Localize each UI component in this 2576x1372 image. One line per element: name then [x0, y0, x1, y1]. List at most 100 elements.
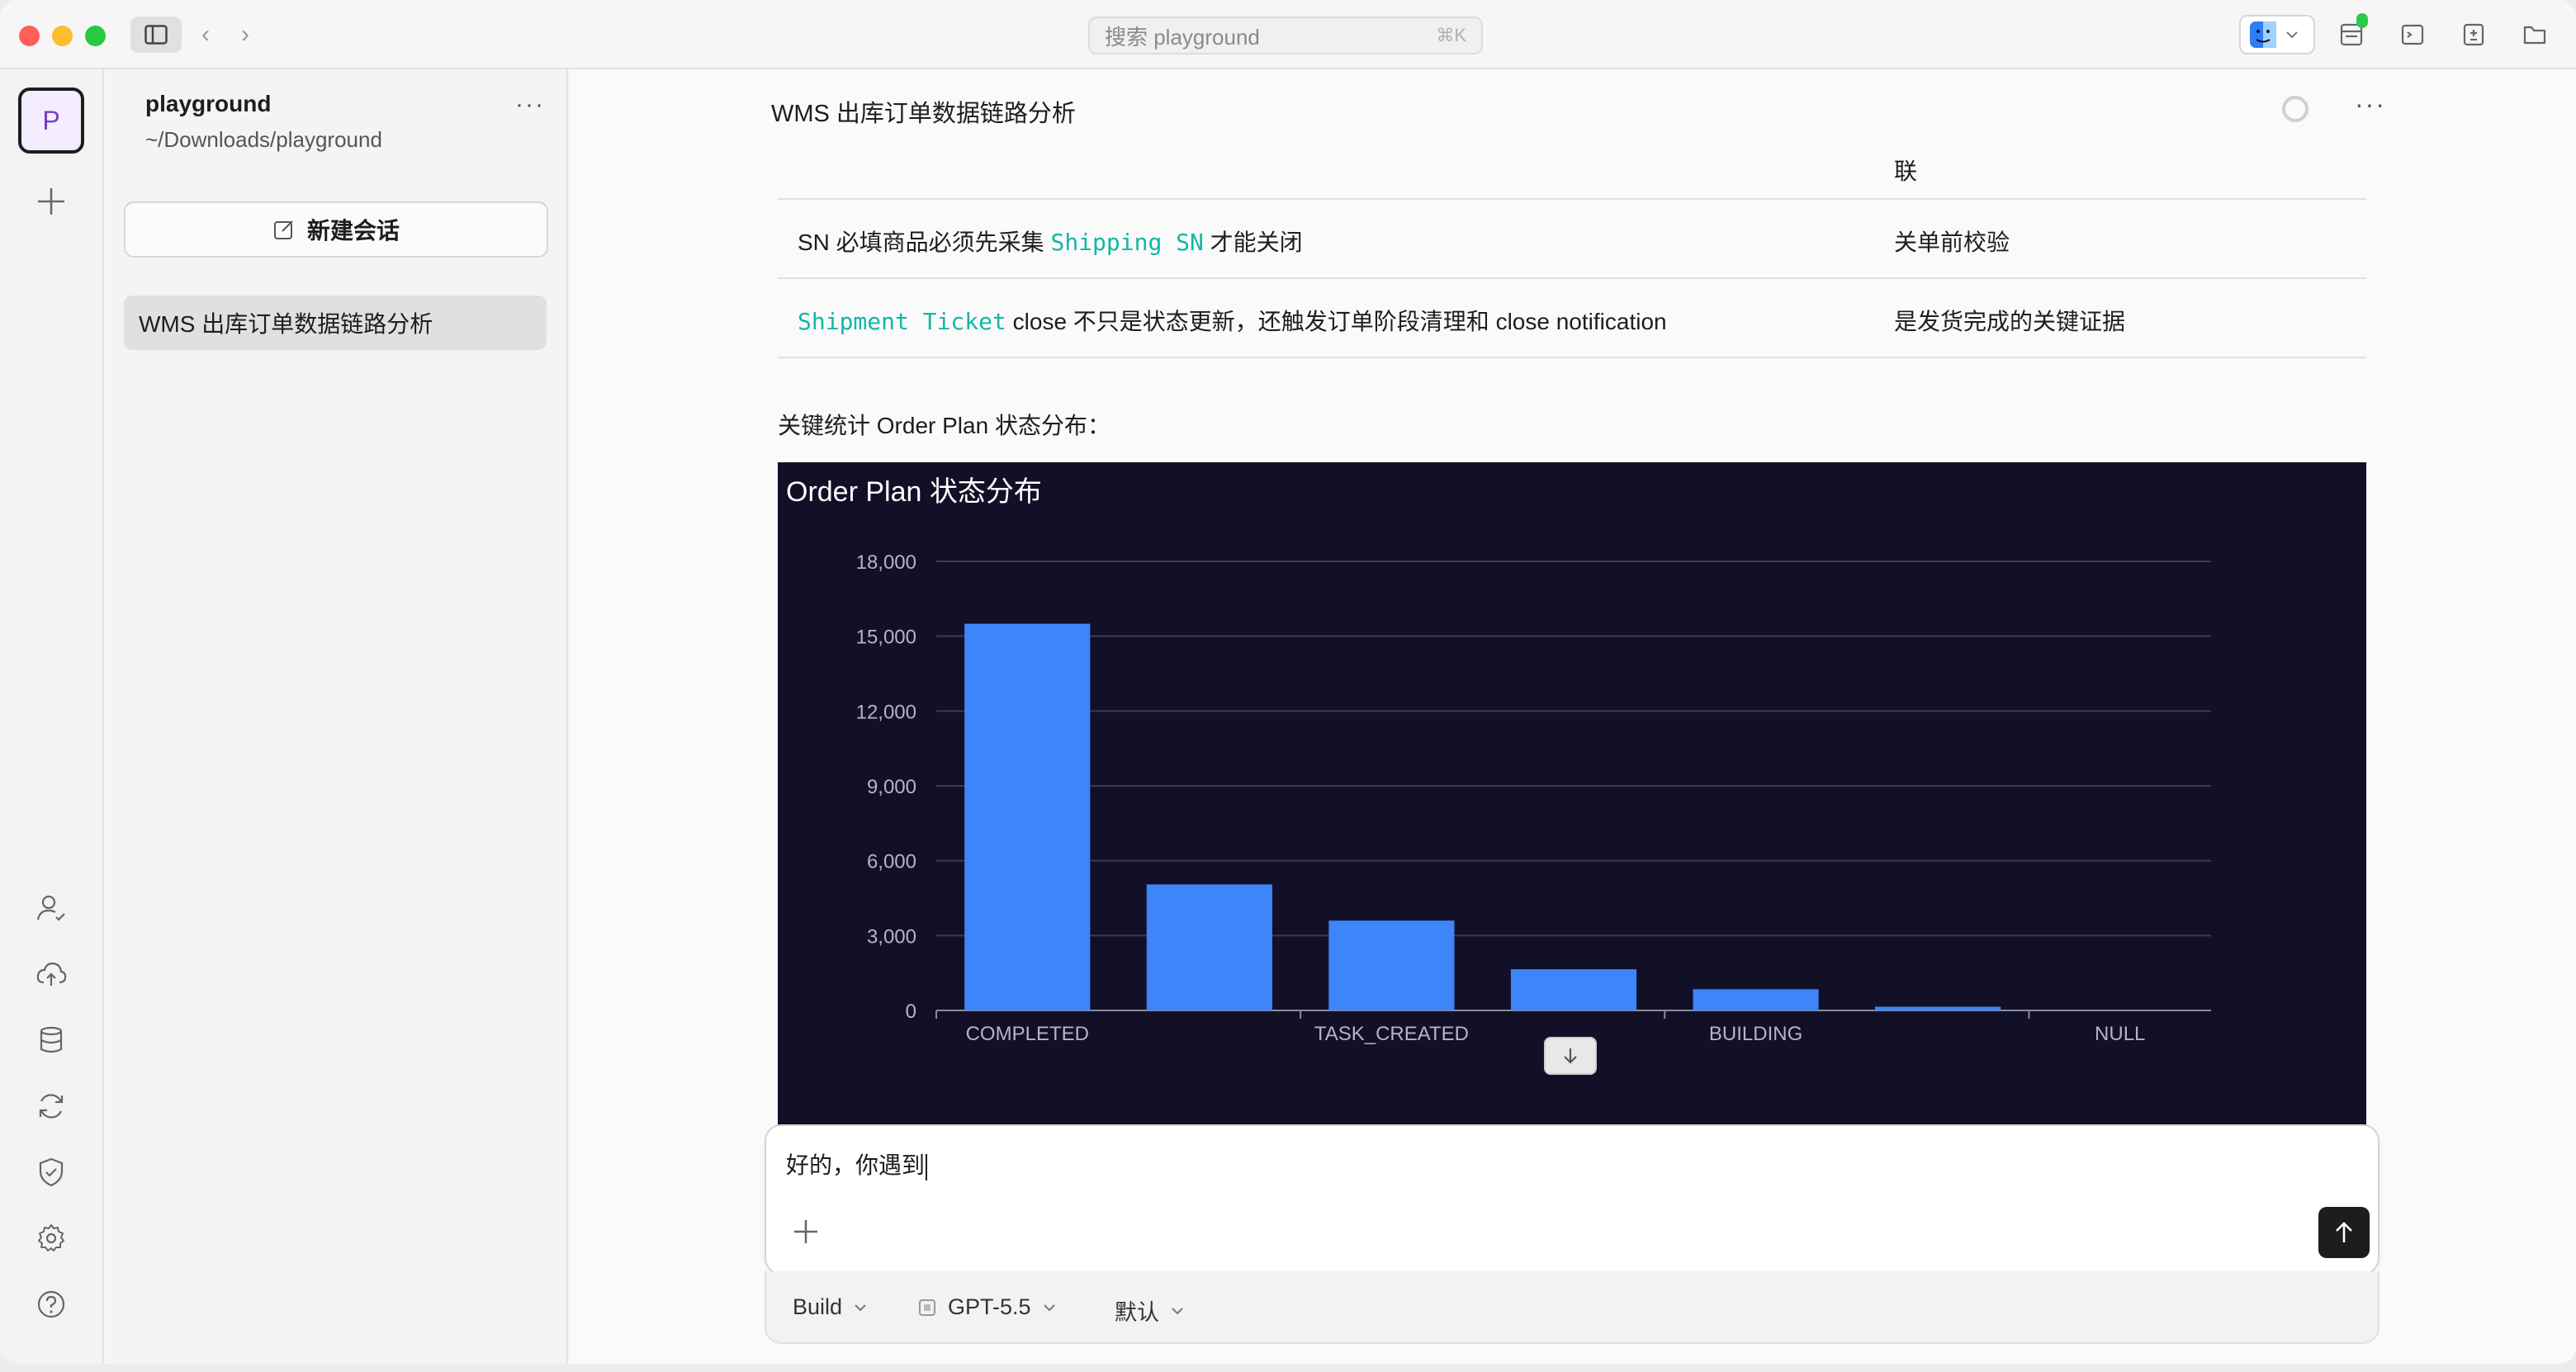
cloud-upload-icon — [36, 962, 67, 986]
composer-toolbar: Build GPT-5.5 默认 — [765, 1271, 2379, 1344]
new-chat-button[interactable]: 新建会话 — [124, 201, 548, 258]
database-button[interactable] — [35, 1024, 68, 1057]
y-tick-label: 3,000 — [867, 925, 916, 948]
settings-button[interactable] — [35, 1222, 68, 1255]
mode-select[interactable]: Build — [793, 1294, 867, 1320]
table-text: 才能关闭 — [1203, 229, 1303, 255]
compose-icon — [273, 220, 293, 239]
chevron-down-icon — [1043, 1303, 1055, 1311]
y-tick-label: 18,000 — [856, 551, 916, 574]
chevron-left-icon: ‹ — [201, 21, 210, 48]
folder-icon — [2523, 26, 2546, 45]
y-tick-label: 12,000 — [856, 701, 916, 723]
plus-icon — [794, 1220, 817, 1243]
terminal-button[interactable] — [2396, 18, 2429, 51]
refresh-button[interactable] — [35, 1090, 68, 1123]
sidebar-toggle-button[interactable] — [130, 17, 182, 53]
forward-button[interactable]: › — [241, 20, 249, 50]
conversation-title: WMS 出库订单数据链路分析 — [771, 101, 1076, 127]
workspace-avatar[interactable]: P — [18, 88, 84, 154]
message-input[interactable]: 好的，你遇到 — [786, 1147, 928, 1180]
split-add-icon — [2463, 23, 2484, 46]
refresh-icon — [39, 1094, 64, 1119]
add-workspace-button[interactable] — [33, 183, 69, 220]
back-button[interactable]: ‹ — [201, 20, 210, 50]
chevron-right-icon: › — [241, 21, 249, 48]
session-item[interactable]: WMS 出库订单数据链路分析 — [124, 296, 547, 350]
sync-upload-button[interactable] — [35, 958, 68, 991]
table-row: SN 必填商品必须先采集 Shipping SN 才能关闭 关单前校验 — [778, 200, 2366, 279]
chevron-down-icon — [2286, 31, 2298, 39]
open-folder-button[interactable] — [2518, 18, 2551, 51]
arrow-up-icon — [2336, 1222, 2352, 1242]
conversation-more-button[interactable]: ··· — [2355, 89, 2386, 120]
chevron-down-icon — [855, 1303, 866, 1311]
table-row: 联 — [778, 147, 2366, 200]
table-cell: Shipment Ticket close 不只是状态更新，还触发订单阶段清理和… — [798, 304, 1667, 337]
table-text: close 不只是状态更新，还触发订单阶段清理和 close notificat… — [1006, 309, 1667, 334]
bar-chart: 0 3,000 6,000 9,000 12,000 15,000 18,000 COMPLE… — [856, 551, 2211, 1045]
title-bar: ‹ › 搜索 playground ⌘K — [0, 0, 2576, 69]
mode-label: Build — [793, 1294, 843, 1319]
table-row: Shipment Ticket close 不只是状态更新，还触发订单阶段清理和… — [778, 279, 2366, 358]
x-tick-label: BUILDING — [1709, 1023, 1802, 1045]
inline-code: Shipment Ticket — [798, 308, 1006, 335]
search-input[interactable]: 搜索 playground ⌘K — [1088, 17, 1483, 54]
y-tick-label: 6,000 — [867, 851, 916, 873]
project-path: ~/Downloads/playground — [145, 127, 382, 152]
account-button[interactable] — [35, 892, 68, 925]
app-window: ‹ › 搜索 playground ⌘K P playground ~/Down… — [0, 0, 2576, 1364]
loading-spinner-icon — [2282, 96, 2308, 122]
preset-label: 默认 — [1115, 1300, 1159, 1325]
model-select[interactable]: GPT-5.5 — [918, 1294, 1056, 1320]
chart-bar — [1875, 1006, 2001, 1010]
add-panel-button[interactable] — [2457, 18, 2490, 51]
help-icon — [37, 1290, 65, 1318]
stat-label: 关键统计 Order Plan 状态分布： — [778, 413, 1110, 438]
workspace-rail: P — [0, 69, 104, 1364]
attach-button[interactable] — [791, 1217, 821, 1247]
project-name: playground — [145, 91, 272, 116]
send-button[interactable] — [2318, 1207, 2370, 1258]
project-more-button[interactable]: ··· — [515, 91, 545, 119]
security-button[interactable] — [35, 1156, 68, 1189]
zoom-window-button[interactable] — [85, 26, 106, 46]
user-check-icon — [36, 895, 65, 921]
arrow-down-icon — [1564, 1048, 1577, 1064]
gear-icon — [38, 1224, 64, 1251]
y-tick-label: 0 — [906, 1001, 916, 1023]
inline-code: Shipping SN — [1050, 229, 1204, 256]
open-in-app-button[interactable] — [2239, 13, 2368, 54]
chart-bar — [1328, 920, 1455, 1010]
scroll-to-bottom-button[interactable] — [1544, 1037, 1597, 1075]
preset-select[interactable]: 默认 — [1115, 1294, 1184, 1327]
close-window-button[interactable] — [19, 26, 40, 46]
sidebar-icon — [144, 25, 168, 45]
x-tick-label: COMPLETED — [966, 1023, 1089, 1045]
notification-dot — [2356, 17, 2368, 28]
help-button[interactable] — [35, 1288, 68, 1321]
chart-bar — [1693, 989, 1819, 1010]
y-tick-label: 9,000 — [867, 776, 916, 798]
chart-bar — [1146, 884, 1272, 1010]
table-cell: 联 — [1894, 158, 1918, 184]
model-icon — [919, 1299, 935, 1316]
table-cell: 是发货完成的关键证据 — [1894, 309, 2126, 334]
order-plan-chart: Order Plan 状态分布 0 3,000 6,000 9,000 12,000 15… — [778, 462, 2366, 1126]
search-shortcut: ⌘K — [1436, 25, 1466, 45]
x-tick-label: TASK_CREATED — [1314, 1023, 1469, 1045]
model-label: GPT-5.5 — [948, 1294, 1031, 1319]
minimize-window-button[interactable] — [52, 26, 73, 46]
search-placeholder: 搜索 playground — [1105, 24, 1260, 50]
new-chat-label: 新建会话 — [306, 218, 400, 244]
shield-check-icon — [39, 1157, 64, 1187]
database-icon — [40, 1026, 63, 1053]
table-cell: SN 必填商品必须先采集 Shipping SN 才能关闭 — [798, 225, 1303, 258]
message-composer[interactable]: 好的，你遇到 — [765, 1124, 2379, 1275]
changes-button[interactable] — [2335, 17, 2368, 51]
project-sidebar: playground ~/Downloads/playground ··· 新建… — [106, 69, 568, 1364]
y-tick-label: 15,000 — [856, 627, 916, 649]
plus-icon — [38, 188, 64, 215]
x-tick-label: NULL — [2095, 1023, 2145, 1045]
message-text: 好的，你遇到 — [786, 1152, 926, 1178]
